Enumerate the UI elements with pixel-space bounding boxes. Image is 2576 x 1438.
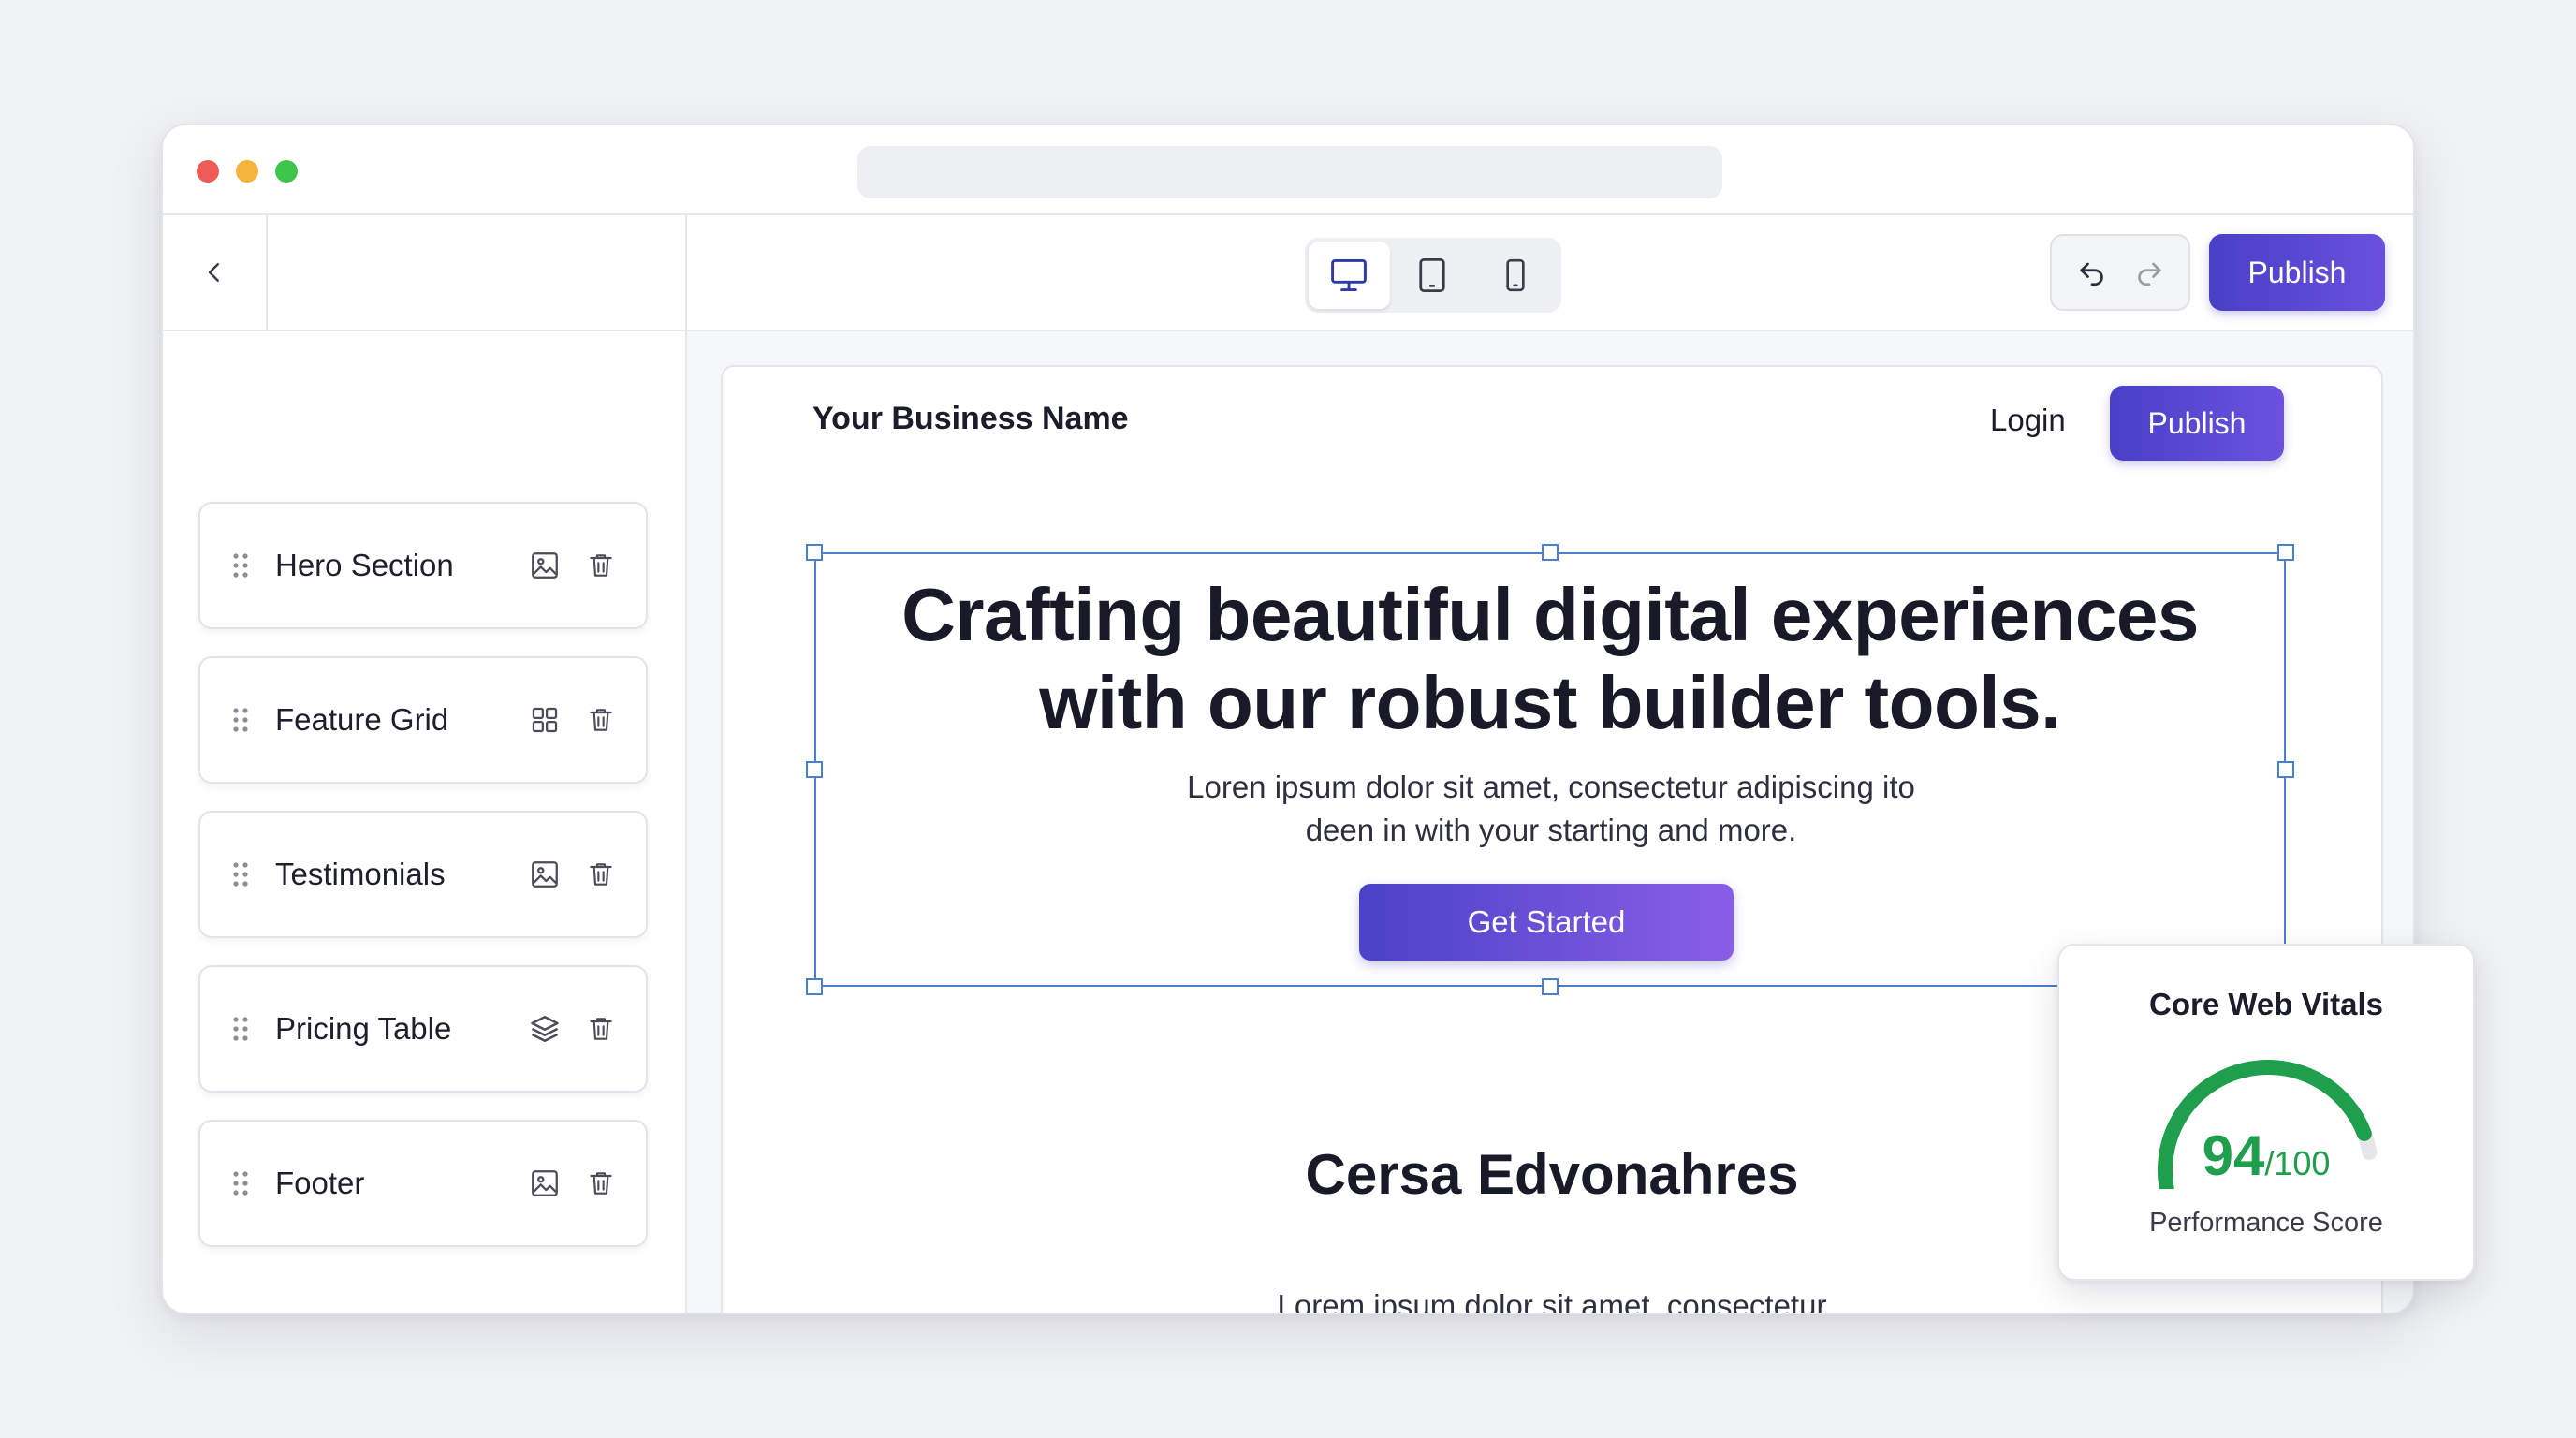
section-item-testimonials[interactable]: Testimonials [198,811,648,938]
cwv-score: 94/100 [2059,1123,2473,1188]
mobile-view-button[interactable] [1474,242,1556,309]
preview-publish-button[interactable]: Publish [2110,386,2284,461]
section-item-hero[interactable]: Hero Section [198,502,648,629]
publish-button[interactable]: Publish [2209,234,2385,311]
drag-handle-icon[interactable] [230,860,251,888]
drag-handle-icon[interactable] [230,1169,251,1197]
device-switcher [1305,238,1561,313]
tablet-icon [1419,257,1445,293]
hero-title-line: with our robust builder tools. [1039,661,2061,744]
section-item-feature-grid[interactable]: Feature Grid [198,656,648,784]
selected-hero-block[interactable]: Crafting beautiful digital experiences w… [806,544,2294,995]
toolbar-divider [685,215,687,330]
score-value: 94 [2202,1124,2265,1187]
resize-handle-bottom-left[interactable] [806,978,823,995]
tablet-view-button[interactable] [1392,242,1473,309]
image-icon[interactable] [524,854,565,895]
trash-icon[interactable] [580,854,622,895]
undo-button[interactable] [2067,247,2117,298]
drag-handle-icon[interactable] [230,706,251,734]
drag-handle-icon[interactable] [230,551,251,580]
title-bar [163,125,2413,215]
score-max: /100 [2264,1144,2331,1182]
business-name[interactable]: Your Business Name [812,401,1129,437]
history-controls [2050,234,2190,311]
phone-icon [1506,258,1525,292]
hero-title-line: Crafting beautiful digital experiences [901,573,2199,656]
section-item-footer[interactable]: Footer [198,1120,648,1247]
resize-handle-left[interactable] [806,761,823,778]
section-text: Lorem ipsum dolor sit amet, consectetur [1277,1288,1827,1314]
cwv-label: Performance Score [2149,1208,2383,1238]
image-icon[interactable] [524,1163,565,1204]
cwv-title: Core Web Vitals [2148,987,2384,1021]
sections-sidebar: Hero Section Feature Grid Testimonials P… [163,331,687,1313]
redo-button[interactable] [2124,247,2174,298]
resize-handle-bottom[interactable] [1542,978,1559,995]
section-label: Pricing Table [275,1011,452,1046]
hero-subtitle: Loren ipsum dolor sit amet, consectetur … [1125,766,1977,852]
section-label: Footer [275,1166,365,1200]
trash-icon[interactable] [580,1008,622,1049]
editor-toolbar: Publish [163,215,2413,331]
resize-handle-top-left[interactable] [806,544,823,561]
hero-subtitle-line: Loren ipsum dolor sit amet, consectetur … [1187,770,1915,804]
monitor-icon [1331,258,1368,292]
hero-title: Crafting beautiful digital experiences w… [816,571,2284,747]
maximize-window-dot[interactable] [275,160,298,183]
core-web-vitals-card: Core Web Vitals 94/100 Performance Score [2057,944,2475,1281]
section-label: Testimonials [275,857,446,891]
close-window-dot[interactable] [197,160,219,183]
section-label: Hero Section [275,548,454,582]
get-started-button[interactable]: Get Started [1359,884,1734,961]
layers-icon[interactable] [524,1008,565,1049]
section-label: Feature Grid [275,702,449,737]
chevron-left-icon [208,263,219,282]
resize-handle-top-right[interactable] [2277,544,2294,561]
desktop-view-button[interactable] [1309,242,1390,309]
trash-icon[interactable] [580,1163,622,1204]
address-bar[interactable] [857,146,1722,198]
redo-icon [2137,262,2161,286]
trash-icon[interactable] [580,545,622,586]
undo-icon [2079,262,2103,286]
resize-handle-right[interactable] [2277,761,2294,778]
section-item-pricing-table[interactable]: Pricing Table [198,965,648,1093]
grid-icon[interactable] [524,699,565,741]
drag-handle-icon[interactable] [230,1015,251,1043]
trash-icon[interactable] [580,699,622,741]
resize-handle-top[interactable] [1542,544,1559,561]
hero-subtitle-line: deen in with your starting and more. [1305,813,1797,847]
image-icon[interactable] [524,545,565,586]
minimize-window-dot[interactable] [236,160,258,183]
back-button[interactable] [163,215,268,330]
login-link[interactable]: Login [1990,403,2066,438]
